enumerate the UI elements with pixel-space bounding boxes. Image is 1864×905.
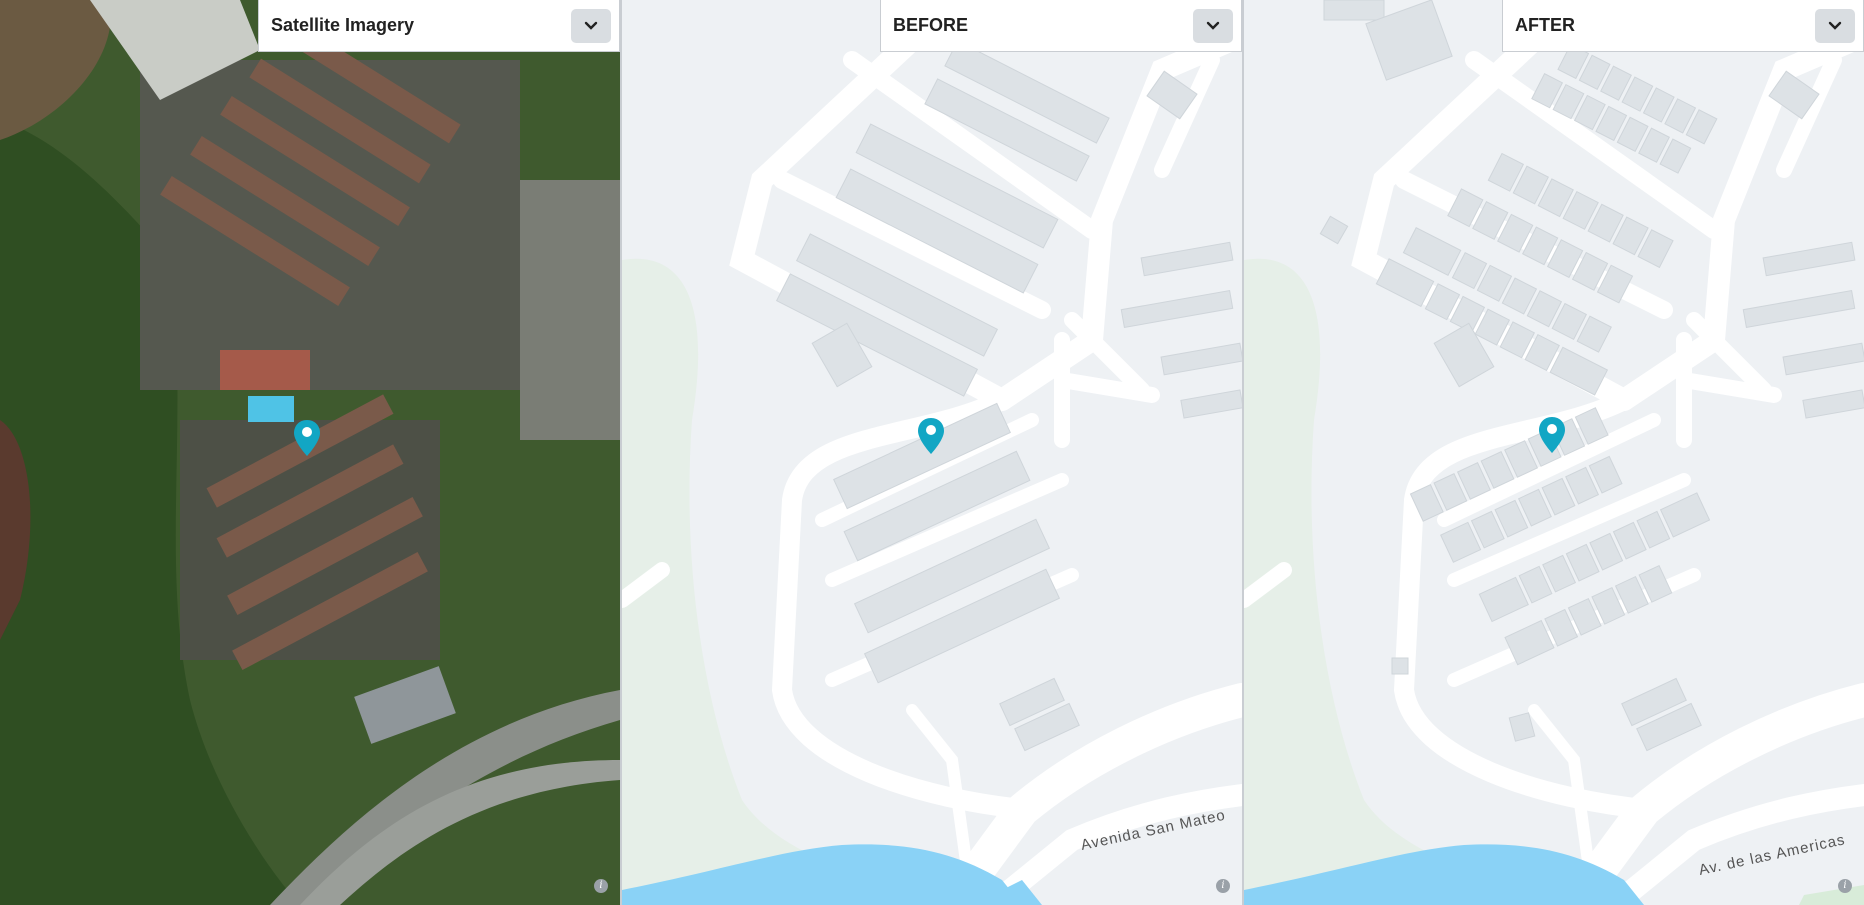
before-map-panel[interactable]: Avenida San Mateo BEFORE i — [620, 0, 1244, 905]
panel-title: BEFORE — [893, 15, 969, 35]
panel-header: BEFORE — [880, 0, 1242, 52]
info-icon[interactable]: i — [1838, 879, 1852, 893]
panel-title: AFTER — [1515, 15, 1575, 35]
layer-dropdown-button[interactable] — [1193, 8, 1233, 43]
map-pin-icon[interactable] — [916, 416, 946, 456]
map-pin-icon[interactable] — [292, 418, 322, 458]
panel-title: Satellite Imagery — [271, 15, 415, 35]
chevron-down-icon — [1206, 21, 1220, 30]
info-icon[interactable]: i — [594, 879, 608, 893]
info-icon[interactable]: i — [1216, 879, 1230, 893]
map-pin-icon[interactable] — [1537, 415, 1567, 455]
layer-dropdown-button[interactable] — [1815, 8, 1855, 43]
panel-header: AFTER — [1502, 0, 1864, 52]
chevron-down-icon — [584, 21, 598, 30]
panel-header: Satellite Imagery — [258, 0, 620, 52]
after-map-panel[interactable]: Av. de las Americas AFTER i — [1244, 0, 1864, 905]
satellite-panel[interactable]: Satellite Imagery i — [0, 0, 620, 905]
chevron-down-icon — [1828, 21, 1842, 30]
layer-dropdown-button[interactable] — [571, 8, 611, 43]
